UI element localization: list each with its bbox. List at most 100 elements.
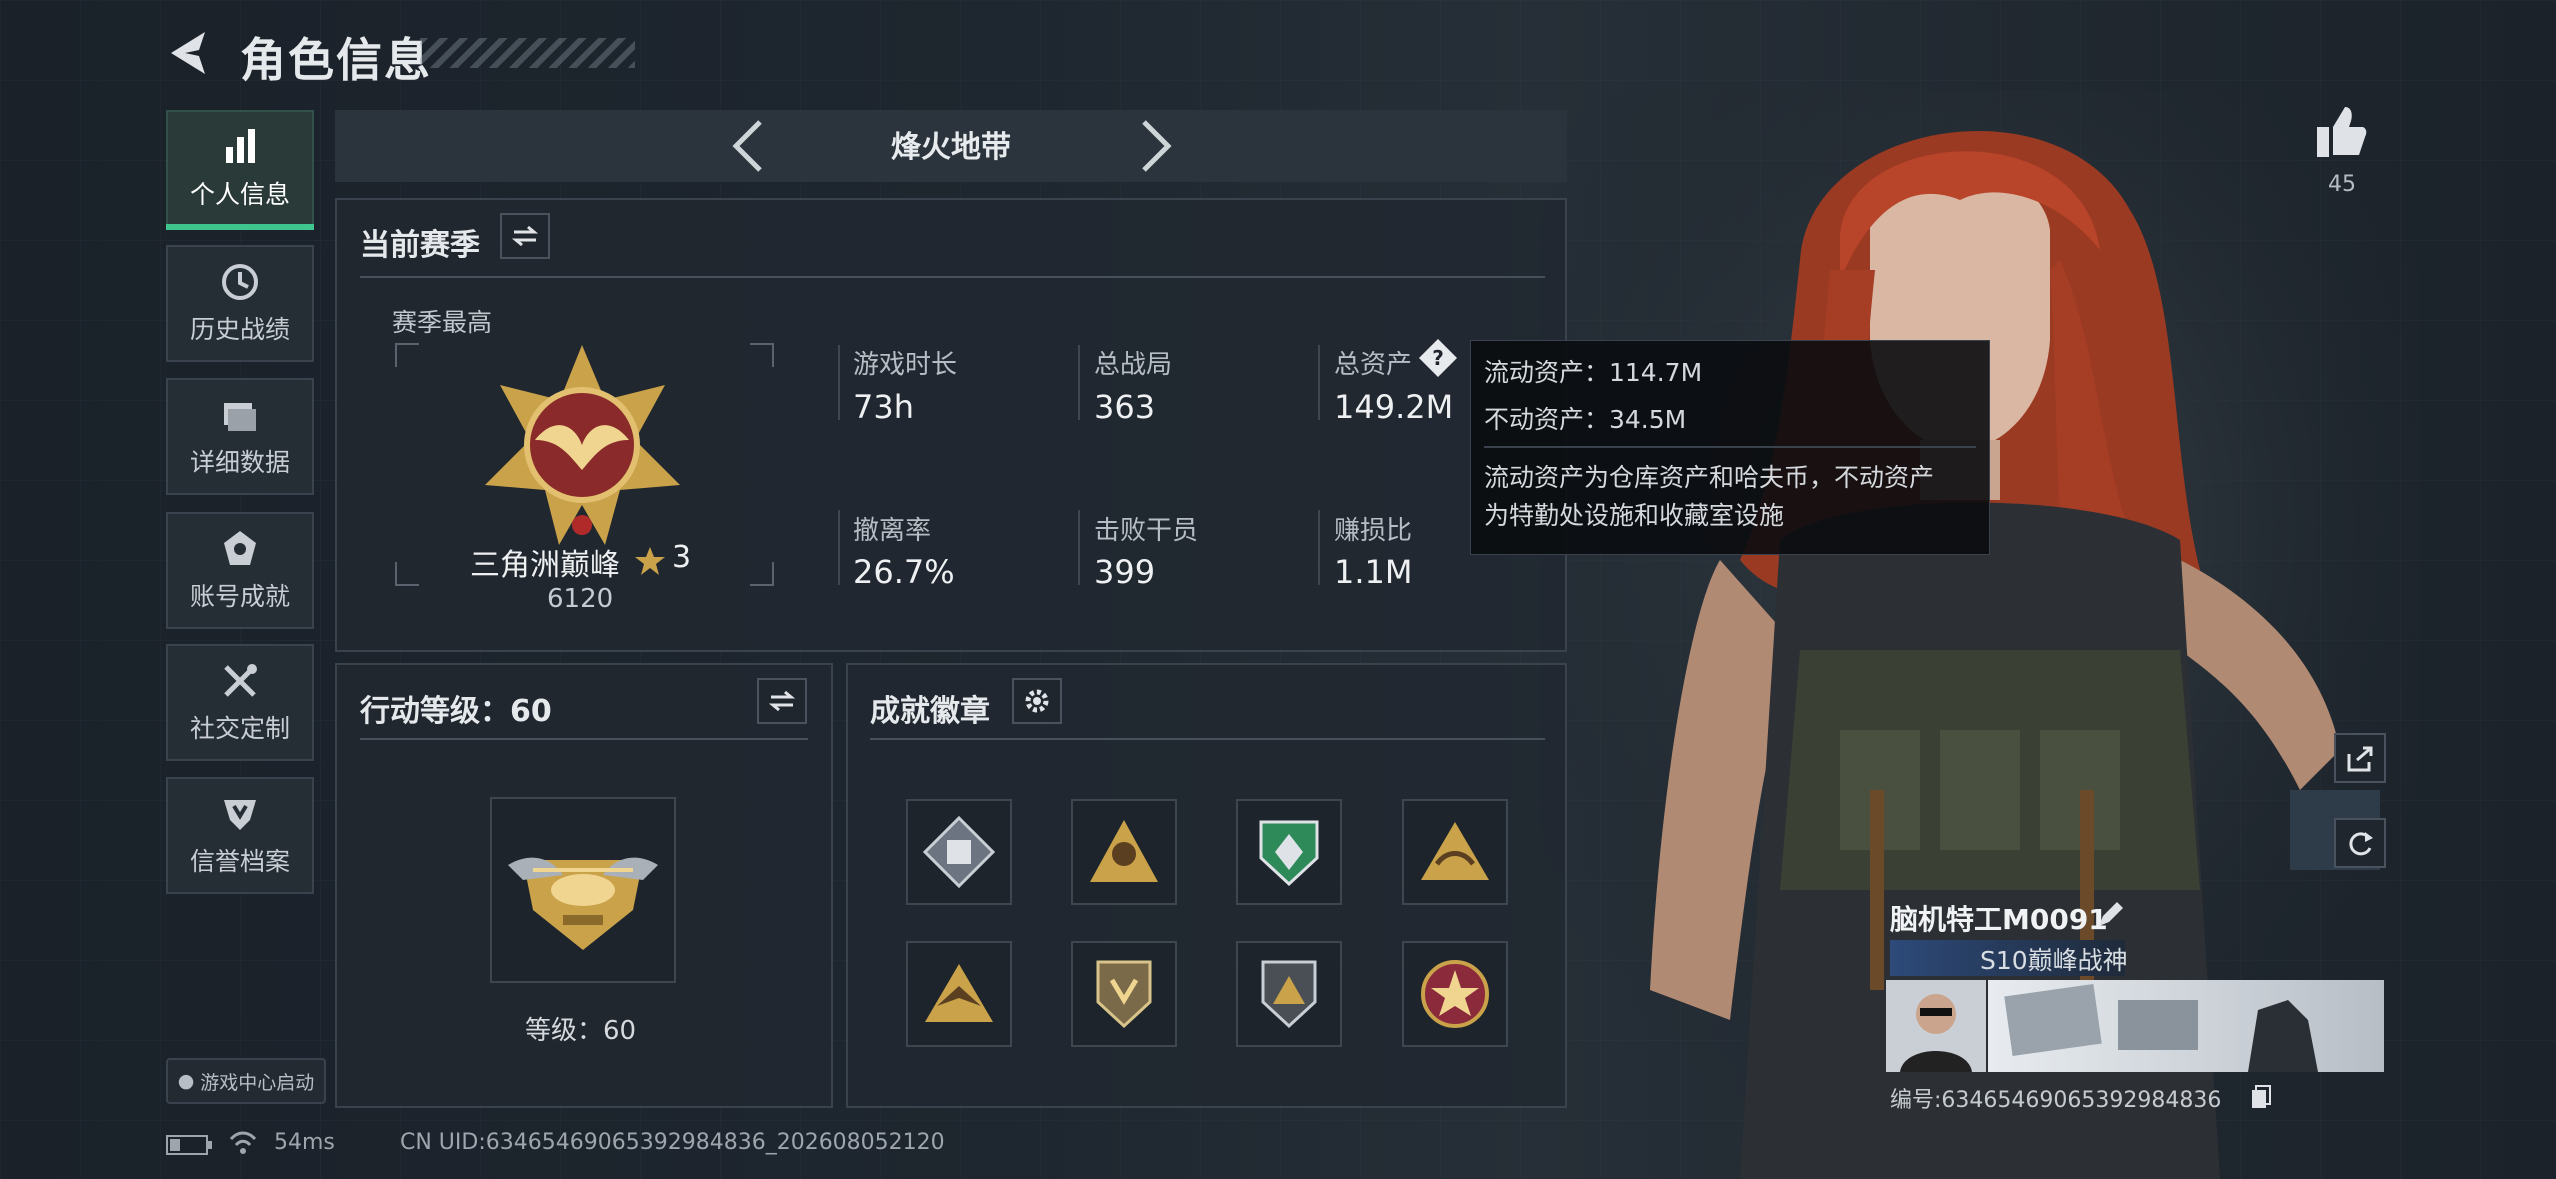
like-count: 45	[2328, 172, 2356, 197]
achievement-badge[interactable]	[906, 941, 1012, 1047]
player-banner	[1988, 980, 2384, 1072]
achievement-badge[interactable]	[1236, 799, 1342, 905]
divider	[838, 345, 840, 420]
divider	[1078, 510, 1080, 585]
sidebar-item-reputation[interactable]: 信誉档案	[166, 777, 314, 894]
action-level-switch-button[interactable]	[757, 678, 807, 724]
helicopter-emblem-icon	[508, 857, 658, 950]
badge-soldier-icon	[1090, 820, 1158, 882]
achievement-icon	[224, 530, 256, 565]
qq-icon: ●	[177, 1070, 195, 1092]
tooltip-fixed-assets: 不动资产：34.5M	[1484, 405, 1687, 434]
gear-icon	[1025, 689, 1049, 713]
avatar-portrait-icon	[1900, 994, 1972, 1072]
sidebar-active-indicator	[166, 224, 314, 230]
tools-icon	[224, 663, 257, 697]
sidebar-item-detailed-data[interactable]: 详细数据	[166, 378, 314, 495]
season-switch-button[interactable]	[500, 213, 550, 259]
stat-value: 1.1M	[1334, 553, 1413, 591]
player-avatar[interactable]	[1886, 980, 1986, 1072]
svg-text:?: ?	[1432, 346, 1444, 370]
stat-value: 149.2M	[1334, 388, 1454, 426]
player-id: 编号:6346546906539298483​6	[1890, 1088, 2222, 1113]
stat-label: 赚损比	[1334, 516, 1413, 546]
frame-corner	[750, 562, 774, 586]
sidebar-item-label: 个人信息	[189, 179, 290, 209]
divider	[870, 738, 1545, 740]
stat-label: 游戏时长	[853, 350, 958, 380]
sidebar-item-label: 详细数据	[189, 447, 290, 477]
badge-cube-icon	[922, 815, 996, 889]
achievement-badge[interactable]	[1402, 941, 1508, 1047]
shield-icon	[224, 799, 256, 830]
page-title: 角色信息	[240, 33, 432, 87]
uid-text: CN UID:6346546906539298483​6_20260805212…	[400, 1130, 945, 1155]
mode-label: 烽火地带	[891, 130, 1011, 165]
sidebar-item-label: 历史战绩	[189, 314, 290, 344]
star-icon	[635, 547, 665, 575]
rank-score: 6120	[547, 584, 614, 614]
stat-value: 73h	[853, 388, 914, 426]
badge-eagle-icon	[925, 964, 993, 1022]
wifi-icon	[229, 1131, 257, 1154]
divider	[1318, 510, 1320, 585]
stat-label: 撤离率	[853, 516, 932, 546]
divider	[1318, 345, 1320, 420]
achievement-badge[interactable]	[906, 799, 1012, 905]
sidebar-item-social[interactable]: 社交定制	[166, 644, 314, 761]
stat-label: 总战局	[1094, 350, 1173, 380]
edit-pencil-icon[interactable]	[2095, 900, 2125, 930]
achievement-badge[interactable]	[1071, 799, 1177, 905]
thumbs-up-icon[interactable]	[2315, 105, 2367, 159]
divider	[360, 276, 1545, 278]
back-arrow-icon[interactable]	[165, 28, 213, 78]
achievement-badge[interactable]	[1071, 941, 1177, 1047]
badge-triangle-icon	[1421, 822, 1489, 880]
battery-icon	[166, 1135, 212, 1155]
achievement-badge[interactable]	[1236, 941, 1342, 1047]
season-best-label: 赛季最高	[392, 308, 493, 337]
action-level-title: 行动等级：60	[360, 694, 552, 729]
frame-corner	[395, 562, 419, 586]
swap-icon	[512, 225, 538, 247]
ping-value: 54ms	[274, 1130, 335, 1155]
share-button[interactable]	[2334, 733, 2386, 783]
copy-icon[interactable]	[2250, 1084, 2272, 1110]
banner-art-icon	[2004, 984, 2318, 1072]
sidebar-item-personal-info[interactable]: 个人信息	[166, 110, 314, 227]
refresh-button[interactable]	[2334, 818, 2386, 868]
stat-label: 击败干员	[1094, 516, 1199, 546]
title-decoration	[420, 38, 635, 68]
stat-value: 363	[1094, 388, 1156, 426]
stat-label: 总资产	[1334, 350, 1413, 380]
sidebar-item-achievements[interactable]: 账号成就	[166, 512, 314, 629]
frame-corner	[395, 343, 419, 367]
previous-mode-arrow-icon[interactable]	[728, 118, 768, 174]
divider	[838, 510, 840, 585]
help-icon[interactable]: ?	[1418, 338, 1458, 378]
badge-delta-icon	[1261, 960, 1317, 1029]
achievement-badge[interactable]	[1402, 799, 1508, 905]
launch-label: 游戏中心启动	[200, 1071, 315, 1094]
share-icon	[2347, 746, 2373, 772]
swap-icon	[769, 690, 795, 712]
achievements-title: 成就徽章	[870, 694, 990, 729]
achievements-settings-button[interactable]	[1012, 678, 1062, 724]
divider	[1484, 446, 1976, 448]
sidebar-item-label: 信誉档案	[189, 846, 290, 876]
sidebar-item-label: 账号成就	[189, 581, 290, 611]
stat-value: 399	[1094, 553, 1156, 591]
badge-star-seal-icon	[1421, 960, 1489, 1028]
tooltip-description: 为特勤处设施和收藏室设施	[1484, 501, 1785, 530]
sidebar-item-history[interactable]: 历史战绩	[166, 245, 314, 362]
season-title: 当前赛季	[360, 228, 480, 263]
divider	[360, 738, 808, 740]
game-center-launch-button[interactable]: ● 游戏中心启动	[166, 1058, 326, 1104]
action-level-emblem	[490, 797, 676, 983]
next-mode-arrow-icon[interactable]	[1136, 118, 1176, 174]
divider	[1078, 345, 1080, 420]
player-name: 脑机特工M0091	[1890, 903, 2108, 936]
clock-icon	[222, 263, 258, 300]
tooltip-description: 流动资产为仓库资产和哈夫币，不动资产	[1484, 463, 1935, 492]
badge-green-shield-icon	[1259, 820, 1319, 887]
